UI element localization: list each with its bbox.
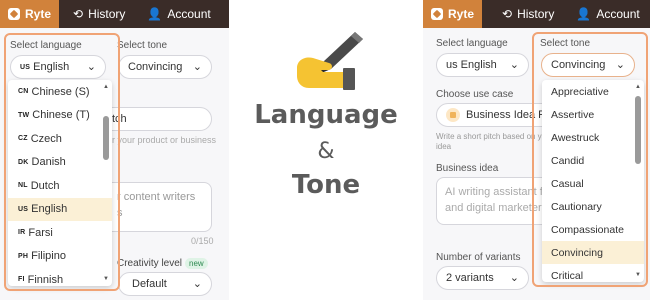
variants-label: Number of variants — [436, 252, 521, 263]
title-language: Language — [254, 100, 398, 130]
use-case-label: Choose use case — [436, 89, 514, 100]
chevron-down-icon: ⌄ — [192, 61, 202, 73]
history-icon: ⟲ — [502, 7, 513, 21]
top-nav: Ryte ⟲ History 👤 Account — [0, 0, 229, 28]
select-language-label: Select language — [436, 38, 508, 49]
language-select[interactable]: us English ⌄ — [436, 53, 529, 77]
language-select-value: us English — [446, 59, 497, 71]
title-ampersand: & — [317, 139, 335, 164]
use-case-hint: Write a short pitch based on yo — [436, 132, 547, 141]
user-icon: 👤 — [147, 7, 163, 21]
page: Ryte ⟲ History 👤 Account Select language… — [0, 0, 650, 300]
nav-account-label: Account — [167, 7, 211, 21]
chevron-down-icon: ⌄ — [192, 278, 202, 290]
chevron-down-icon: ⌄ — [509, 59, 519, 71]
creativity-select[interactable]: Default ⌄ — [118, 272, 212, 296]
nav-history[interactable]: ⟲ History — [482, 7, 554, 21]
new-badge: new — [185, 258, 208, 269]
creativity-label-text: Creativity level — [117, 258, 183, 269]
nav-account[interactable]: 👤 Account — [125, 7, 210, 21]
creativity-label: Creativity level new — [117, 258, 208, 269]
history-icon: ⟲ — [73, 7, 84, 21]
tone-highlight-box — [532, 32, 648, 287]
lightbulb-icon — [446, 108, 460, 122]
tone-select[interactable]: Convincing ⌄ — [118, 55, 212, 79]
top-nav: Ryte ⟲ History 👤 Account — [423, 0, 650, 28]
title-tone: Tone — [291, 170, 361, 200]
language-highlight-box — [4, 33, 120, 291]
brand-button[interactable]: Ryte — [0, 0, 60, 28]
select-tone-label: Select tone — [117, 40, 168, 51]
chevron-down-icon: ⌄ — [509, 272, 519, 284]
brand-button[interactable]: Ryte — [423, 0, 483, 28]
creativity-value: Default — [132, 278, 167, 290]
user-icon: 👤 — [576, 7, 592, 21]
ryte-logo-icon — [431, 8, 443, 20]
center-title-area: Language & Tone — [229, 0, 423, 300]
nav-history[interactable]: ⟲ History — [59, 7, 125, 21]
nav-account[interactable]: 👤 Account — [554, 7, 639, 21]
right-app-panel: Ryte ⟲ History 👤 Account Select language… — [423, 0, 650, 300]
char-counter: 0/150 — [191, 236, 214, 246]
variants-select[interactable]: 2 variants ⌄ — [436, 266, 529, 290]
brand-label: Ryte — [448, 7, 475, 21]
nav-history-label: History — [517, 7, 555, 21]
nav-history-label: History — [88, 7, 126, 21]
left-app-panel: Ryte ⟲ History 👤 Account Select language… — [0, 0, 229, 300]
business-idea-label: Business idea — [436, 163, 499, 174]
writing-hand-icon — [297, 32, 363, 90]
tone-select-value: Convincing — [128, 61, 183, 73]
nav-account-label: Account — [596, 7, 640, 21]
brand-label: Ryte — [25, 7, 52, 21]
use-case-hint: r your product or business — [112, 135, 217, 145]
variants-value: 2 variants — [446, 272, 494, 284]
ryte-logo-icon — [8, 8, 20, 20]
use-case-hint-2: idea — [436, 142, 452, 151]
